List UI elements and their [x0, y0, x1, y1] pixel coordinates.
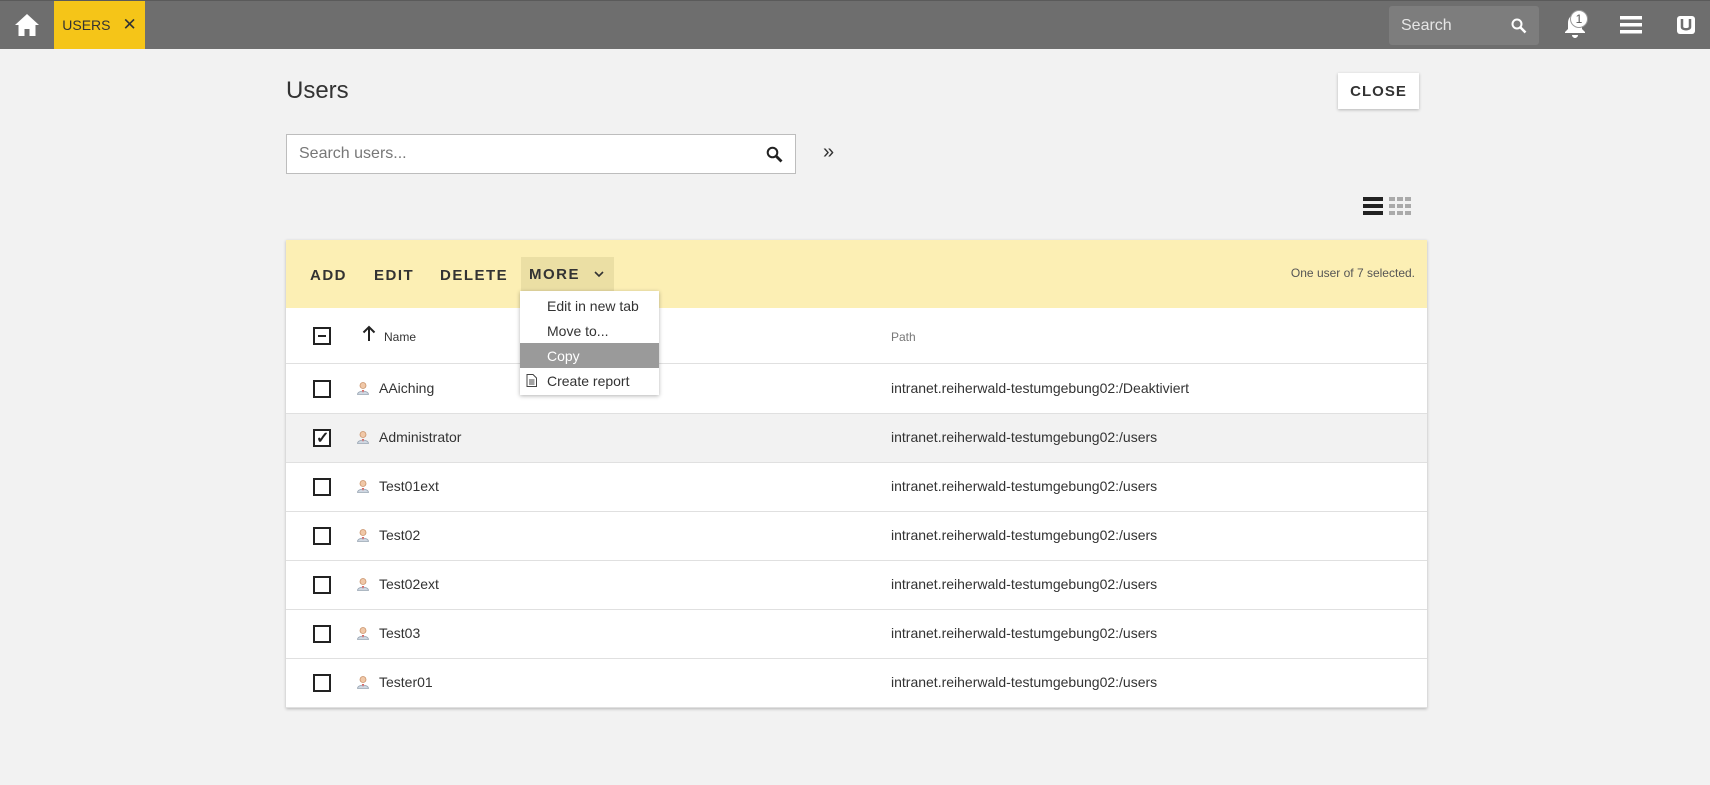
user-name: Test03 [379, 625, 421, 641]
table-header: Name Path [286, 308, 1427, 364]
page-title: Users [286, 77, 349, 104]
row-checkbox[interactable] [313, 674, 331, 692]
row-checkbox[interactable] [313, 576, 331, 594]
chevron-down-icon [594, 270, 604, 277]
user-account-icon[interactable] [1676, 15, 1696, 35]
user-path: intranet.reiherwald-testumgebung02:/user… [891, 429, 1158, 445]
table-row[interactable]: Test01ext intranet.reiherwald-testumgebun… [286, 463, 1427, 512]
menu-item-move-to[interactable]: Move to... [520, 318, 659, 343]
row-checkbox[interactable] [313, 527, 331, 545]
row-checkbox[interactable] [313, 478, 331, 496]
table-row[interactable]: AAiching intranet.reiherwald-testumgebung… [286, 365, 1427, 414]
users-panel: ADD EDIT DELETE MORE One user of 7 selec… [286, 240, 1427, 708]
menu-item-create-report[interactable]: Create report [520, 368, 659, 393]
table-row[interactable]: Test02ext intranet.reiherwald-testumgebun… [286, 561, 1427, 610]
table-row[interactable]: Test02 intranet.reiherwald-testumgebung02… [286, 512, 1427, 561]
user-icon [357, 627, 369, 640]
select-all-checkbox[interactable] [313, 327, 331, 345]
user-icon [357, 578, 369, 591]
user-name: Test01ext [379, 478, 439, 494]
tab-users[interactable]: USERS ✕ [54, 1, 145, 49]
list-view-icon[interactable] [1363, 197, 1383, 215]
user-icon [357, 676, 369, 689]
search-icon[interactable] [766, 146, 783, 163]
user-path: intranet.reiherwald-testumgebung02:/user… [891, 625, 1158, 641]
user-name: Administrator [379, 429, 462, 445]
top-bar: USERS ✕ 1 [0, 0, 1710, 49]
document-icon [526, 374, 537, 387]
close-button[interactable]: CLOSE [1338, 73, 1419, 109]
add-button[interactable]: ADD [310, 260, 347, 290]
user-name: Tester01 [379, 674, 433, 690]
global-search[interactable] [1389, 6, 1539, 45]
search-icon[interactable] [1511, 18, 1527, 34]
more-button[interactable]: MORE [521, 257, 614, 291]
user-path: intranet.reiherwald-testumgebung02:/Deak… [891, 380, 1190, 396]
table-row[interactable]: Administrator intranet.reiherwald-testumg… [286, 414, 1427, 463]
hamburger-menu-icon[interactable] [1620, 15, 1642, 35]
user-name: Test02 [379, 527, 421, 543]
user-icon [357, 480, 369, 493]
user-path: intranet.reiherwald-testumgebung02:/user… [891, 674, 1158, 690]
row-checkbox[interactable] [313, 380, 331, 398]
user-icon [357, 529, 369, 542]
column-header-path[interactable]: Path [891, 330, 916, 344]
user-search-box[interactable] [286, 134, 796, 174]
menu-item-label: Edit in new tab [547, 297, 639, 314]
more-button-label: MORE [529, 265, 580, 283]
menu-item-edit-in-new-tab[interactable]: Edit in new tab [520, 293, 659, 318]
grid-view-icon[interactable] [1389, 197, 1411, 215]
user-icon [357, 431, 369, 444]
action-toolbar: ADD EDIT DELETE MORE One user of 7 selec… [286, 240, 1427, 308]
row-checkbox[interactable] [313, 428, 331, 448]
notification-badge: 1 [1570, 10, 1588, 28]
menu-item-label: Copy [547, 347, 580, 364]
user-path: intranet.reiherwald-testumgebung02:/user… [891, 478, 1158, 494]
menu-item-label: Create report [547, 372, 630, 389]
user-name: AAiching [379, 380, 435, 396]
row-checkbox[interactable] [313, 625, 331, 643]
user-path: intranet.reiherwald-testumgebung02:/user… [891, 527, 1158, 543]
selection-status: One user of 7 selected. [1290, 266, 1415, 280]
tab-users-label: USERS [62, 17, 111, 33]
user-path: intranet.reiherwald-testumgebung02:/user… [891, 576, 1158, 592]
user-name: Test02ext [379, 576, 439, 592]
user-icon [357, 382, 369, 395]
table-row[interactable]: Tester01 intranet.reiherwald-testumgebung… [286, 659, 1427, 708]
sort-ascending-icon[interactable] [362, 325, 376, 341]
expand-filters-button[interactable]: » [823, 141, 834, 164]
tab-close-icon[interactable]: ✕ [122, 15, 136, 35]
user-search-input[interactable] [299, 145, 766, 163]
home-button[interactable] [0, 1, 54, 49]
delete-button[interactable]: DELETE [440, 260, 508, 290]
more-dropdown-menu: Edit in new tab Move to... Copy Create r… [520, 291, 659, 395]
home-icon [15, 14, 39, 36]
global-search-input[interactable] [1401, 16, 1501, 35]
menu-item-label: Move to... [547, 322, 609, 339]
edit-button[interactable]: EDIT [374, 260, 414, 290]
table-row[interactable]: Test03 intranet.reiherwald-testumgebung02… [286, 610, 1427, 659]
menu-item-copy[interactable]: Copy [520, 343, 659, 368]
column-header-name[interactable]: Name [384, 330, 416, 344]
